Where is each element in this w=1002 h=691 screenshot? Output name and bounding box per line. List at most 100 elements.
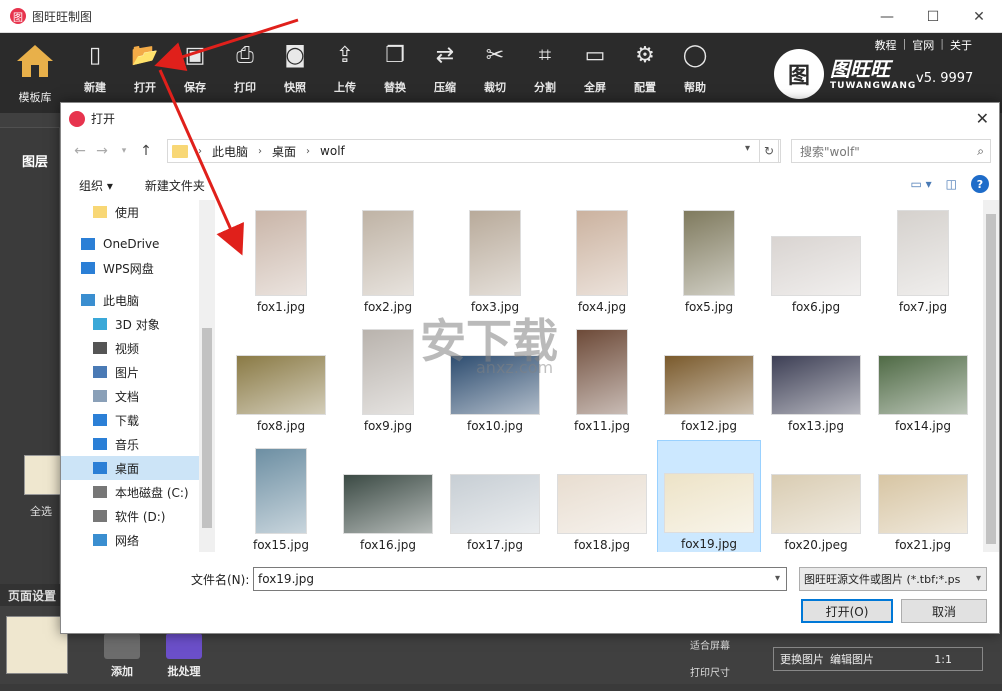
toolbar-button-5[interactable]: ⇪ 上传: [320, 33, 370, 113]
file-item[interactable]: fox11.jpg: [550, 321, 654, 437]
file-item[interactable]: fox21.jpg: [871, 440, 975, 552]
nav-item-6[interactable]: 图片: [61, 360, 215, 384]
view-mode-icon[interactable]: ▭ ▾: [910, 177, 931, 191]
address-bar[interactable]: › 此电脑 › 桌面 › wolf ▾: [167, 139, 781, 163]
help-icon[interactable]: ?: [971, 175, 989, 193]
toolbar-button-2[interactable]: ▣ 保存: [170, 33, 220, 113]
select-all-button[interactable]: 全选: [30, 503, 52, 519]
forward-arrow-icon[interactable]: →: [91, 143, 113, 159]
breadcrumb-wolf[interactable]: wolf: [320, 144, 345, 158]
nav-item-13[interactable]: 网络: [61, 528, 215, 552]
toolbar-button-10[interactable]: ▭ 全屏: [570, 33, 620, 113]
refresh-icon[interactable]: ↻: [759, 139, 779, 163]
file-item[interactable]: fox2.jpg: [336, 202, 440, 318]
chevron-down-icon[interactable]: ▾: [775, 573, 780, 584]
breadcrumb-this-pc[interactable]: 此电脑: [212, 143, 248, 160]
toolbar-button-7[interactable]: ⇄ 压缩: [420, 33, 470, 113]
nav-item-3[interactable]: 此电脑: [61, 288, 215, 312]
nav-item-label: 网络: [115, 533, 140, 548]
file-item[interactable]: fox15.jpg: [229, 440, 333, 552]
file-name: fox10.jpg: [467, 419, 523, 433]
file-item[interactable]: fox13.jpg: [764, 321, 868, 437]
page-settings-label: 页面设置: [0, 584, 60, 606]
about-link[interactable]: 关于: [950, 37, 972, 53]
new-file-icon: ▯: [88, 42, 102, 68]
file-item[interactable]: fox14.jpg: [871, 321, 975, 437]
file-item[interactable]: fox7.jpg: [871, 202, 975, 318]
up-arrow-icon[interactable]: ↑: [135, 143, 157, 159]
add-button[interactable]: 添加: [104, 633, 140, 679]
toolbar-button-1[interactable]: 📂 打开: [120, 33, 170, 113]
replace-image-button[interactable]: 更换图片: [780, 651, 824, 667]
file-item[interactable]: fox1.jpg: [229, 202, 333, 318]
page-thumbnail[interactable]: [6, 616, 68, 674]
toolbar-button-3[interactable]: ⎙ 打印: [220, 33, 270, 113]
maximize-button[interactable]: ☐: [910, 0, 956, 33]
file-item[interactable]: fox17.jpg: [443, 440, 547, 552]
file-item[interactable]: fox8.jpg: [229, 321, 333, 437]
layer-thumbnail[interactable]: [24, 455, 62, 495]
file-item[interactable]: fox12.jpg: [657, 321, 761, 437]
file-scrollbar[interactable]: [983, 200, 999, 552]
wps-cloud-icon: [81, 262, 95, 274]
file-item[interactable]: fox5.jpg: [657, 202, 761, 318]
file-item[interactable]: fox3.jpg: [443, 202, 547, 318]
nav-item-9[interactable]: 音乐: [61, 432, 215, 456]
toolbar-button-4[interactable]: ◙ 快照: [270, 33, 320, 113]
file-thumbnail: [362, 329, 414, 415]
file-thumbnail: [576, 329, 628, 415]
toolbar-button-0[interactable]: ▯ 新建: [70, 33, 120, 113]
organize-button[interactable]: 组织 ▾: [79, 177, 113, 194]
nav-scrollbar[interactable]: [199, 200, 215, 552]
open-button[interactable]: 打开(O): [801, 599, 893, 623]
nav-item-11[interactable]: 本地磁盘 (C:): [61, 480, 215, 504]
breadcrumb-desktop[interactable]: 桌面: [272, 143, 296, 160]
file-name-input[interactable]: fox19.jpg ▾: [253, 567, 787, 591]
nav-item-5[interactable]: 视频: [61, 336, 215, 360]
file-item[interactable]: fox19.jpg: [657, 440, 761, 552]
toolbar-button-12[interactable]: ◯ 帮助: [670, 33, 720, 113]
back-arrow-icon[interactable]: ←: [69, 143, 91, 159]
toolbar-button-8[interactable]: ✂ 裁切: [470, 33, 520, 113]
nav-item-1[interactable]: OneDrive: [61, 232, 215, 256]
minimize-button[interactable]: —: [864, 0, 910, 33]
dialog-close-icon[interactable]: ✕: [976, 109, 989, 128]
address-dropdown-icon[interactable]: ▾: [745, 143, 750, 154]
new-folder-button[interactable]: 新建文件夹: [145, 177, 205, 194]
file-name: fox9.jpg: [363, 419, 413, 433]
dialog-app-icon: [69, 110, 85, 127]
recent-dropdown-icon[interactable]: ▾: [113, 146, 135, 156]
nav-item-label: 下载: [115, 413, 140, 428]
nav-item-10[interactable]: 桌面: [61, 456, 215, 480]
nav-item-2[interactable]: WPS网盘: [61, 256, 215, 280]
nav-item-7[interactable]: 文档: [61, 384, 215, 408]
toolbar-button-9[interactable]: ⌗ 分割: [520, 33, 570, 113]
file-item[interactable]: fox20.jpeg: [764, 440, 868, 552]
file-type-select[interactable]: 图旺旺源文件或图片 (*.tbf;*.ps ▾: [799, 567, 987, 591]
print-size-button[interactable]: 打印尺寸: [690, 664, 750, 679]
file-thumbnail: [771, 355, 861, 415]
toolbar-button-11[interactable]: ⚙ 配置: [620, 33, 670, 113]
tutorial-link[interactable]: 教程: [875, 37, 897, 53]
batch-button[interactable]: 批处理: [166, 633, 202, 679]
toolbar-button-6[interactable]: ❐ 替换: [370, 33, 420, 113]
file-item[interactable]: fox16.jpg: [336, 440, 440, 552]
website-link[interactable]: 官网: [912, 37, 934, 53]
fit-screen-button[interactable]: 适合屏幕: [690, 637, 750, 652]
replace-icon: ❐: [385, 42, 405, 68]
nav-item-8[interactable]: 下载: [61, 408, 215, 432]
search-input[interactable]: 搜索"wolf" ⌕: [791, 139, 991, 163]
edit-image-button[interactable]: 编辑图片: [830, 651, 874, 667]
nav-item-12[interactable]: 软件 (D:): [61, 504, 215, 528]
preview-pane-icon[interactable]: ◫: [946, 177, 957, 191]
nav-item-0[interactable]: 使用: [61, 200, 215, 224]
template-library-button[interactable]: 模板库: [0, 33, 70, 113]
close-button[interactable]: ✕: [956, 0, 1002, 33]
file-item[interactable]: fox6.jpg: [764, 202, 868, 318]
cancel-button[interactable]: 取消: [901, 599, 987, 623]
ratio-button[interactable]: 1:1: [934, 653, 952, 666]
file-item[interactable]: fox4.jpg: [550, 202, 654, 318]
nav-item-4[interactable]: 3D 对象: [61, 312, 215, 336]
file-item[interactable]: fox18.jpg: [550, 440, 654, 552]
file-thumbnail: [255, 448, 307, 534]
